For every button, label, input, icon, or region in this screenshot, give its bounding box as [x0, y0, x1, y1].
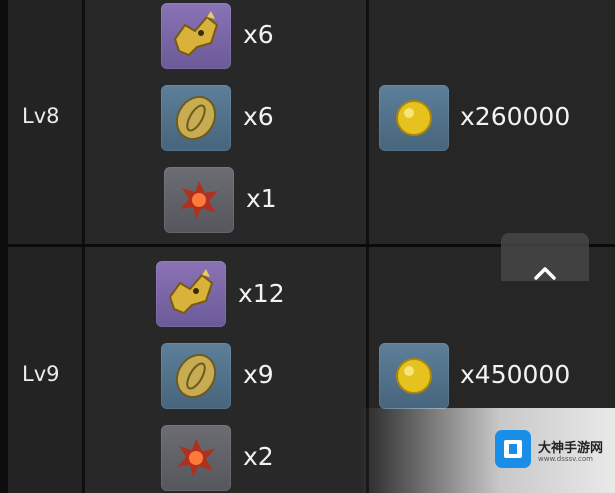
chevron-up-icon: [534, 267, 556, 280]
material-quantity: x9: [243, 360, 274, 389]
gold-coin-icon[interactable]: [379, 85, 449, 151]
gold-beast-figurine-icon[interactable]: [161, 3, 231, 69]
material-quantity: x6: [243, 20, 274, 49]
material-quantity: x1: [246, 184, 277, 213]
red-crystal-core-icon[interactable]: [164, 167, 234, 233]
ancient-coin-icon[interactable]: [161, 85, 231, 151]
gold-quantity: x450000: [460, 360, 571, 389]
gold-beast-figurine-icon[interactable]: [156, 261, 226, 327]
gold-coin-icon[interactable]: [379, 343, 449, 409]
gold-quantity: x260000: [460, 102, 571, 131]
material-quantity: x2: [243, 442, 274, 471]
watermark-url: www.dsssv.com: [538, 455, 593, 463]
watermark-logo: [495, 430, 531, 468]
material-quantity: x6: [243, 102, 274, 131]
table-row: Lv8 x6 x6 x1 x260000: [8, 0, 615, 244]
material-quantity: x12: [238, 279, 285, 308]
red-crystal-core-icon[interactable]: [161, 425, 231, 491]
scroll-to-top-button[interactable]: [501, 233, 589, 281]
watermark-name: 大神手游网: [538, 441, 604, 456]
level-label: Lv9: [22, 362, 60, 386]
left-edge: [0, 0, 8, 493]
level-label: Lv8: [22, 104, 60, 128]
ancient-coin-icon[interactable]: [161, 343, 231, 409]
